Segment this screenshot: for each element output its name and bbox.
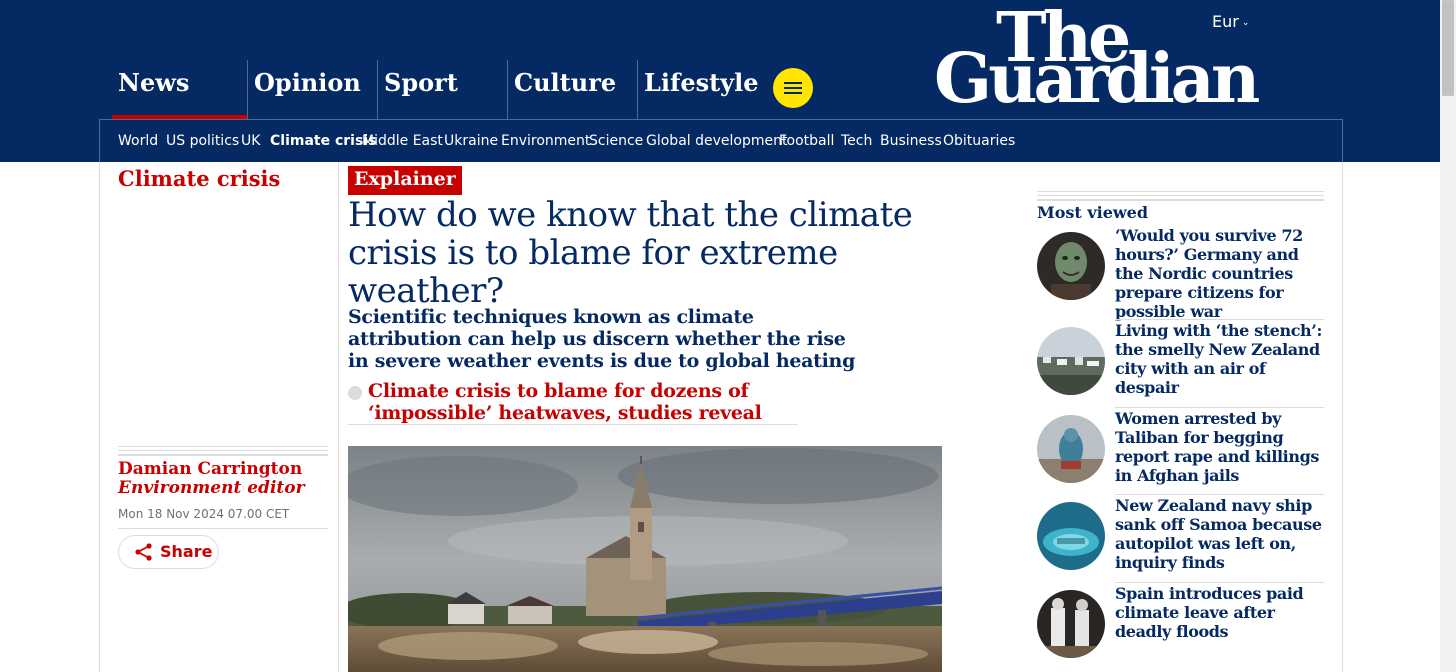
author-role: Environment editor (118, 478, 305, 498)
divider (1115, 582, 1324, 583)
subnav-us-politics[interactable]: US politics (166, 133, 239, 149)
thumbnail-image[interactable] (1037, 590, 1105, 658)
divider (1115, 407, 1324, 408)
related-article-link[interactable]: Climate crisis to blame for dozens of ‘i… (348, 380, 798, 425)
subnav-global-development[interactable]: Global development (646, 133, 787, 149)
share-button[interactable]: Share (118, 535, 219, 569)
thumbnail-image[interactable] (1037, 502, 1105, 570)
divider (1115, 319, 1324, 320)
pillar-news[interactable]: News (112, 60, 247, 119)
kicker-badge: Explainer (348, 166, 462, 195)
standfirst: Scientific techniques known as climate a… (348, 306, 856, 372)
divider (1115, 494, 1324, 495)
masthead: Eur ⌄ The Guardian News Opinion Sport Cul… (0, 0, 1440, 162)
menu-button[interactable] (773, 68, 813, 108)
pillar-lifestyle[interactable]: Lifestyle (637, 60, 767, 119)
subnav-tech[interactable]: Tech (841, 133, 872, 149)
most-viewed-headline[interactable]: ‘Would you survive 72 hours?’ Germany an… (1115, 226, 1325, 321)
headline: How do we know that the climate crisis i… (348, 195, 913, 311)
thumbnail-image[interactable] (1037, 502, 1105, 570)
divider (118, 446, 328, 456)
subnav-climate-crisis[interactable]: Climate crisis (270, 133, 376, 149)
subnav-ukraine[interactable]: Ukraine (444, 133, 498, 149)
hamburger-icon[interactable] (784, 82, 802, 84)
subnav-obituaries[interactable]: Obituaries (943, 133, 1015, 149)
subnav-uk[interactable]: UK (241, 133, 260, 149)
thumbnail-image[interactable] (1037, 327, 1105, 395)
subnav-environment[interactable]: Environment (501, 133, 590, 149)
subnav-world[interactable]: World (118, 133, 158, 149)
section-subnav: World US politics UK Climate crisis Midd… (99, 119, 1343, 162)
most-viewed-title: Most viewed (1037, 203, 1149, 222)
guardian-logo[interactable]: The Guardian (934, 4, 1260, 116)
section-label[interactable]: Climate crisis (118, 166, 280, 191)
frame-line-article (338, 162, 339, 672)
divider (118, 528, 328, 529)
subnav-business[interactable]: Business (880, 133, 942, 149)
most-viewed-headline[interactable]: New Zealand navy ship sank off Samoa bec… (1115, 496, 1325, 572)
scrollbar[interactable] (1440, 0, 1456, 672)
hamburger-icon-bar[interactable] (784, 87, 802, 89)
logo-line-guardian[interactable]: Guardian (934, 44, 1260, 114)
most-viewed-headline[interactable]: Women arrested by Taliban for begging re… (1115, 409, 1325, 485)
subnav-science[interactable]: Science (589, 133, 643, 149)
scrollbar-thumb[interactable] (1442, 0, 1454, 96)
pillar-opinion[interactable]: Opinion (247, 60, 377, 119)
subnav-football[interactable]: Football (779, 133, 834, 149)
share-label[interactable]: Share (160, 542, 212, 561)
author-name[interactable]: Damian Carrington (118, 459, 302, 479)
hero-image (348, 446, 942, 672)
thumbnail-image[interactable] (1037, 415, 1105, 483)
pillar-sport[interactable]: Sport (377, 60, 507, 119)
frame-line-right (1342, 162, 1343, 672)
dateline[interactable]: Mon 18 Nov 2024 07.00 CET (118, 507, 289, 521)
thumbnail-image[interactable] (1037, 232, 1105, 300)
most-viewed-headline[interactable]: Living with ‘the stench’: the smelly New… (1115, 321, 1325, 397)
share-icon[interactable] (134, 542, 154, 562)
thumbnail-image[interactable] (1037, 590, 1105, 658)
flood-church-photo (348, 446, 942, 672)
frame-line-left (99, 162, 100, 672)
divider (1037, 191, 1324, 201)
thumbnail-image[interactable] (1037, 232, 1105, 300)
hamburger-icon-bar[interactable] (784, 92, 802, 94)
most-viewed-headline[interactable]: Spain introduces paid climate leave afte… (1115, 584, 1325, 641)
subnav-middle-east[interactable]: Middle East (362, 133, 443, 149)
bullet-dot-icon (348, 386, 362, 400)
related-link-row: Climate crisis to blame for dozens of ‘i… (348, 380, 798, 425)
pillar-culture[interactable]: Culture (507, 60, 637, 119)
thumbnail-image[interactable] (1037, 415, 1105, 483)
thumbnail-image[interactable] (1037, 327, 1105, 395)
